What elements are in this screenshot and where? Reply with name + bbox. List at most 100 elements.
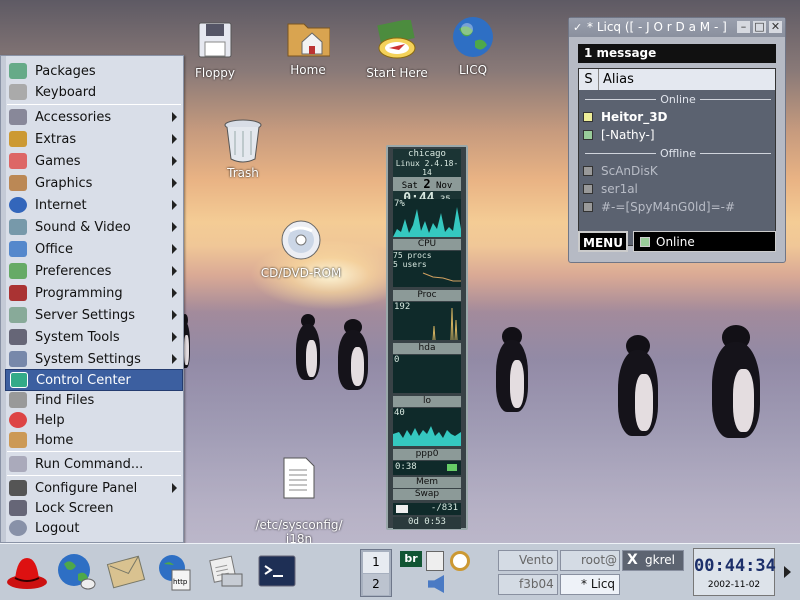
offline-status-icon	[583, 202, 593, 212]
taskbar-panel: http 1 2 br Vento root@ Xgkrel f3b04 * L…	[0, 543, 800, 600]
menu-item-logout[interactable]: Logout	[5, 517, 183, 539]
message-count-bar[interactable]: 1 message	[578, 44, 776, 63]
lo-label: lo	[393, 396, 461, 407]
contact-item[interactable]: ScAnDisK	[583, 164, 658, 178]
browser-launcher[interactable]	[52, 548, 100, 596]
menu-item-office[interactable]: Office	[5, 238, 183, 260]
submenu-arrow-icon	[172, 222, 177, 232]
contact-item[interactable]: Heitor_3D	[583, 110, 668, 124]
licq-desktop-icon[interactable]: LICQ	[428, 15, 518, 77]
menu-item-preferences[interactable]: Preferences	[5, 260, 183, 282]
globe-icon	[451, 15, 495, 59]
submenu-arrow-icon	[172, 134, 177, 144]
clock-time: 00:44:34	[694, 556, 776, 576]
alarm-clock-icon[interactable]	[450, 551, 470, 571]
system-monitor[interactable]: chicago Linux 2.4.18-14 Sat 2 Nov 0:44 3…	[386, 145, 468, 530]
licq-title: * Licq ([ - J O r D a M - ]	[587, 20, 727, 34]
keyboard-layout-applet[interactable]: br	[400, 551, 422, 567]
menu-item-find-files[interactable]: Find Files	[5, 389, 183, 411]
menu-item-run-command[interactable]: Run Command...	[5, 453, 183, 475]
contact-list[interactable]: S Alias Online Heitor_3D [-Nathy-] Offli…	[578, 68, 776, 246]
submenu-arrow-icon	[172, 178, 177, 188]
minimize-icon[interactable]: –	[737, 21, 750, 33]
office-icon	[9, 241, 27, 257]
sound-video-icon	[9, 219, 27, 235]
menu-item-extras[interactable]: Extras	[5, 128, 183, 150]
panel-clock[interactable]: 00:44:34 2002-11-02	[693, 548, 776, 596]
menu-item-help[interactable]: Help	[5, 409, 183, 431]
menu-item-accessories[interactable]: Accessories	[5, 106, 183, 128]
menu-item-lock-screen[interactable]: Lock Screen	[5, 497, 183, 519]
proc-label: Proc	[393, 290, 461, 301]
help-icon	[9, 412, 27, 428]
clipboard-applet-icon[interactable]	[426, 551, 444, 571]
task-button[interactable]: Vento	[498, 550, 558, 571]
menu-item-sound-video[interactable]: Sound & Video	[5, 216, 183, 238]
uptime-panel: 0d 0:53	[393, 517, 461, 529]
globe-mouse-icon	[58, 554, 96, 590]
menu-item-programming[interactable]: Programming	[5, 282, 183, 304]
menu-item-home[interactable]: Home	[5, 429, 183, 451]
chevron-right-icon[interactable]	[784, 566, 791, 578]
control-center-icon	[10, 372, 28, 388]
task-button[interactable]: Xgkrel	[622, 550, 684, 571]
workspace-pager[interactable]: 1 2	[360, 549, 392, 597]
licq-titlebar[interactable]: ✓ * Licq ([ - J O r D a M - ] – □ ✕	[569, 18, 785, 37]
menu-item-configure-panel[interactable]: Configure Panel	[5, 477, 183, 499]
terminal-launcher[interactable]	[254, 548, 300, 596]
trash-desktop-icon[interactable]: Trash	[198, 118, 288, 180]
cpu-graph: 7%	[393, 199, 461, 237]
penguin	[712, 324, 760, 438]
task-button[interactable]: f3b04	[498, 574, 558, 595]
menu-item-keyboard[interactable]: Keyboard	[5, 81, 183, 103]
home-icon	[9, 432, 27, 448]
keyboard-icon	[9, 84, 27, 100]
games-icon	[9, 153, 27, 169]
home-desktop-icon[interactable]: Home	[263, 15, 353, 77]
home-label: Home	[290, 63, 326, 77]
contact-item[interactable]: #-=[SpyM4nG0ld]=-#	[583, 200, 735, 214]
menu-item-games[interactable]: Games	[5, 150, 183, 172]
licq-window[interactable]: ✓ * Licq ([ - J O r D a M - ] – □ ✕ 1 me…	[568, 17, 786, 263]
licq-status-button[interactable]: Online	[633, 231, 776, 252]
floppy-icon	[193, 18, 237, 62]
maximize-icon[interactable]: □	[753, 21, 766, 33]
submenu-arrow-icon	[172, 354, 177, 364]
contact-item[interactable]: ser1al	[583, 182, 638, 196]
menu-item-server-settings[interactable]: Server Settings	[5, 304, 183, 326]
penguin	[496, 327, 528, 412]
main-menu-button[interactable]	[4, 548, 50, 596]
menu-item-control-center[interactable]: Control Center	[5, 369, 183, 391]
workspace-2[interactable]: 2	[363, 574, 389, 595]
menu-item-system-tools[interactable]: System Tools	[5, 326, 183, 348]
workspace-1[interactable]: 1	[363, 552, 389, 573]
panel-scroll-arrows[interactable]	[778, 548, 798, 596]
contact-item[interactable]: [-Nathy-]	[583, 128, 655, 142]
hda-graph: 0	[393, 355, 461, 393]
menu-item-internet[interactable]: Internet	[5, 194, 183, 216]
task-button[interactable]: root@	[560, 550, 620, 571]
window-menu-icon[interactable]: ✓	[573, 18, 582, 37]
printer-icon	[209, 555, 243, 587]
web-server-launcher[interactable]: http	[152, 548, 200, 596]
offline-status-icon	[583, 184, 593, 194]
trash-label: Trash	[227, 166, 259, 180]
lock-icon	[9, 500, 27, 516]
monitor-date: Sat 2 Nov	[393, 177, 461, 191]
speaker-icon[interactable]	[428, 575, 444, 593]
menu-item-system-settings[interactable]: System Settings	[5, 348, 183, 370]
graphics-icon	[9, 175, 27, 191]
menu-item-graphics[interactable]: Graphics	[5, 172, 183, 194]
logout-icon	[9, 520, 27, 536]
email-launcher[interactable]	[102, 548, 150, 596]
licq-menu-button[interactable]: MENU	[578, 231, 628, 252]
close-icon[interactable]: ✕	[769, 21, 782, 33]
text-file-icon	[277, 456, 321, 500]
printer-launcher[interactable]	[202, 548, 250, 596]
task-button[interactable]: * Licq	[560, 574, 620, 595]
menu-item-packages[interactable]: Packages	[5, 60, 183, 82]
cdrom-desktop-icon[interactable]: CD/DVD-ROM	[256, 218, 346, 280]
svg-text:http: http	[173, 578, 188, 586]
alias-column-header[interactable]: Alias	[599, 69, 634, 90]
status-column-header[interactable]: S	[579, 69, 599, 90]
